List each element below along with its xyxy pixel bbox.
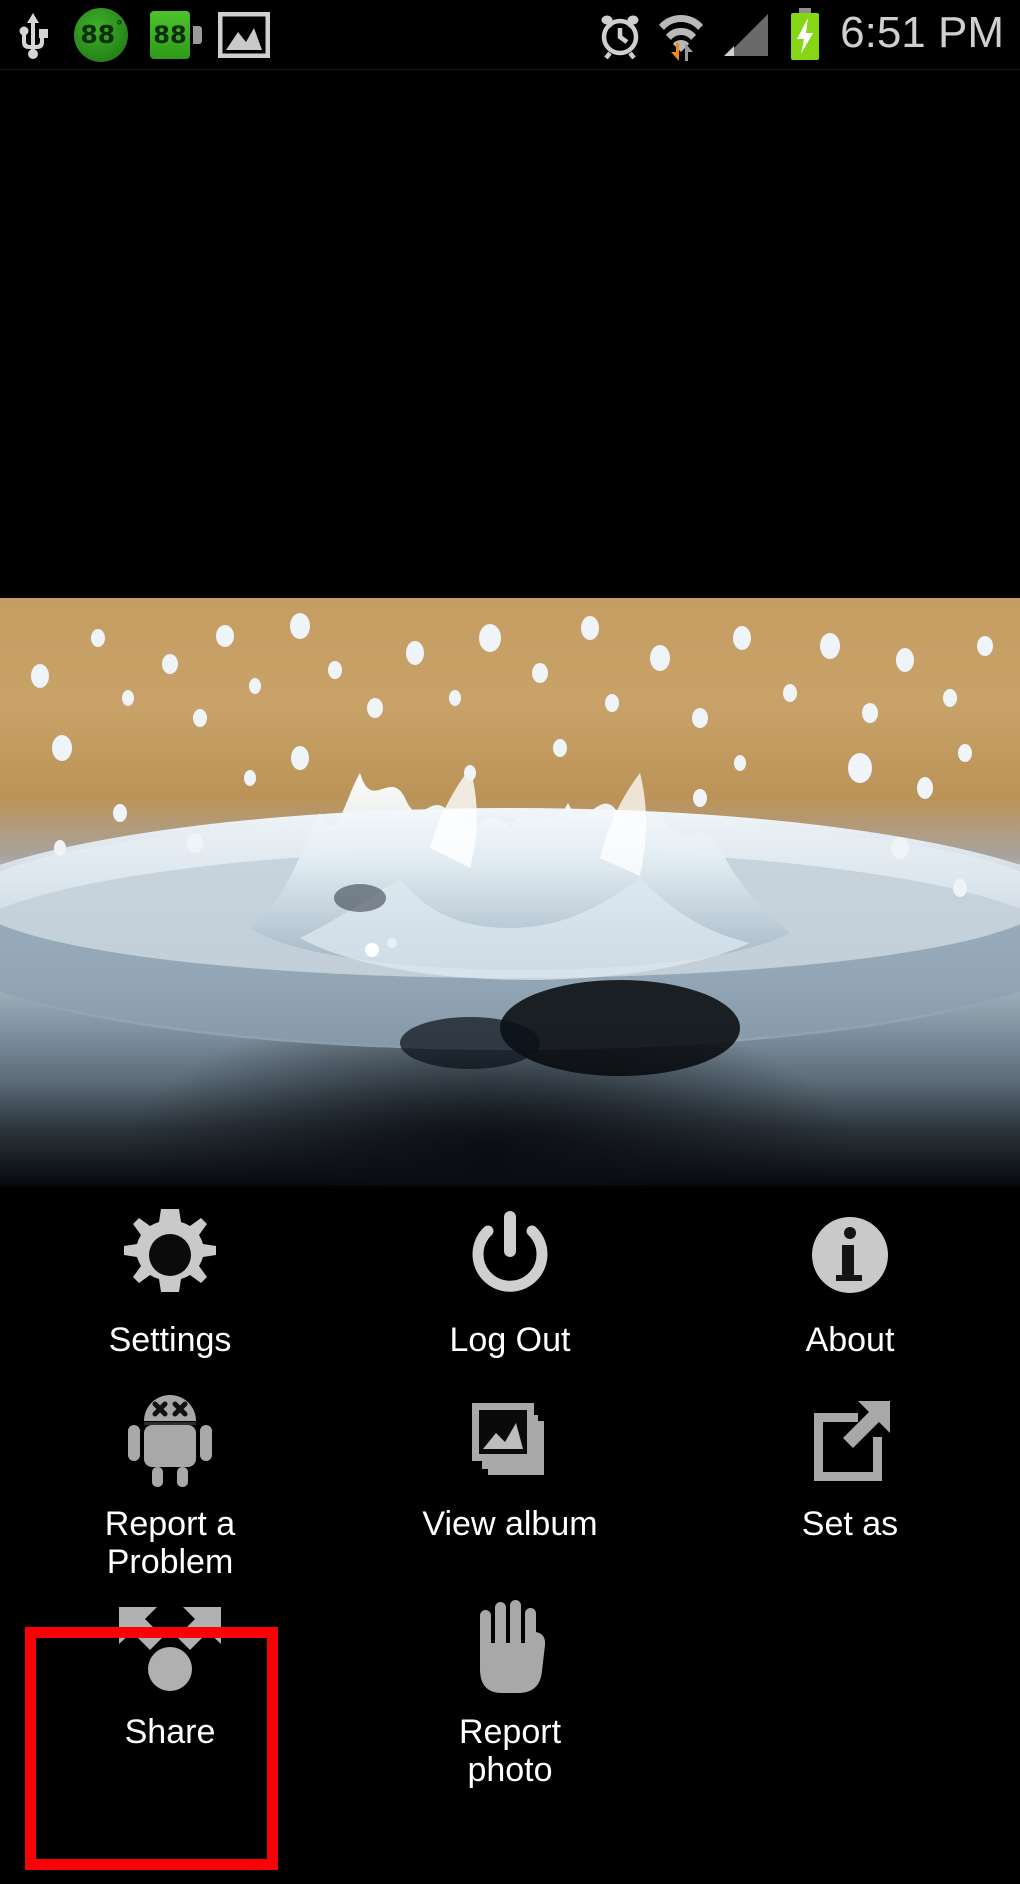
- menu-item-label-line1: Report: [458, 1713, 562, 1751]
- menu-item-report-photo[interactable]: Report photo: [340, 1585, 680, 1789]
- menu-row-2: Report a Problem View album Set as: [0, 1377, 1020, 1581]
- menu-item-label: Report photo: [459, 1713, 561, 1789]
- menu-item-label: Log Out: [449, 1321, 571, 1359]
- photo-viewer[interactable]: Settings Log Out About Report a Problem …: [0, 70, 1020, 1884]
- status-bar-left-icons: 88 ° 88: [0, 7, 270, 62]
- battery-level-value: 88: [150, 10, 190, 59]
- menu-item-label: Settings: [108, 1321, 232, 1359]
- battery-charging-icon: [786, 7, 824, 62]
- menu-item-label: Set as: [801, 1505, 899, 1543]
- dead-android-icon: [122, 1387, 218, 1491]
- power-icon: [458, 1203, 562, 1307]
- menu-row-1: Settings Log Out About: [0, 1193, 1020, 1359]
- status-bar[interactable]: 88 ° 88 6:51 PM: [0, 0, 1020, 70]
- temperature-badge-icon: 88 °: [74, 7, 128, 62]
- alarm-clock-icon: [596, 10, 644, 60]
- menu-item-label: View album: [422, 1505, 598, 1543]
- hand-stop-icon: [466, 1595, 554, 1699]
- menu-item-about[interactable]: About: [680, 1193, 1020, 1359]
- battery-cap: [193, 25, 202, 44]
- cellular-signal-icon: [718, 10, 772, 60]
- menu-item-set-as[interactable]: Set as: [680, 1377, 1020, 1581]
- menu-item-label: Report a Problem: [105, 1505, 235, 1581]
- menu-item-label-line2: Problem: [106, 1543, 234, 1582]
- battery-level-badge-icon: 88: [150, 10, 202, 60]
- menu-item-label-line2: photo: [467, 1751, 553, 1790]
- gallery-image-icon: [218, 11, 270, 58]
- water-splash-graphic: [0, 613, 1020, 1076]
- gear-icon: [118, 1203, 222, 1307]
- photo-stack-icon: [460, 1387, 560, 1491]
- degree-symbol: °: [116, 19, 123, 34]
- menu-item-view-album[interactable]: View album: [340, 1377, 680, 1581]
- menu-item-label: About: [805, 1321, 895, 1359]
- temperature-value: 88: [80, 20, 116, 49]
- menu-item-log-out[interactable]: Log Out: [340, 1193, 680, 1359]
- share-highlight-box: [25, 1627, 278, 1870]
- usb-icon: [14, 11, 52, 59]
- menu-item-empty-slot: [680, 1585, 1020, 1789]
- external-link-icon: [800, 1387, 900, 1491]
- status-bar-right-icons: 6:51 PM: [596, 7, 1020, 62]
- menu-item-report-a-problem[interactable]: Report a Problem: [0, 1377, 340, 1581]
- info-circle-icon: [798, 1203, 902, 1307]
- wifi-data-transfer-icon: [658, 9, 704, 61]
- menu-item-label-line1: Report a: [104, 1505, 236, 1543]
- menu-item-settings[interactable]: Settings: [0, 1193, 340, 1359]
- status-bar-clock: 6:51 PM: [840, 8, 1004, 57]
- photo-image[interactable]: [0, 598, 1020, 1188]
